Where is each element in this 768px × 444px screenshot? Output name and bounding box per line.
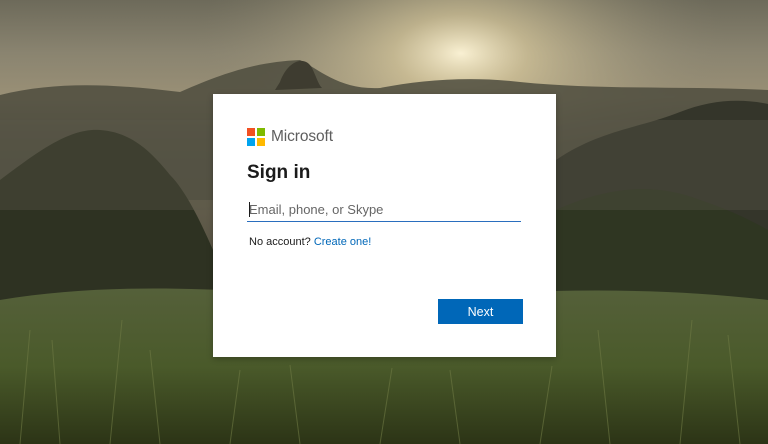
microsoft-logo-icon [247, 128, 265, 146]
logo-square-yellow [257, 138, 265, 146]
no-account-text: No account? [249, 236, 314, 248]
brand-name: Microsoft [271, 128, 333, 145]
no-account-row: No account? Create one! [249, 236, 371, 248]
logo-square-blue [247, 138, 255, 146]
page-title: Sign in [247, 162, 311, 183]
logo-square-red [247, 128, 255, 136]
logo-square-green [257, 128, 265, 136]
brand: Microsoft [247, 127, 333, 147]
text-caret [249, 202, 250, 217]
email-field-wrap [247, 198, 521, 222]
create-account-link[interactable]: Create one! [314, 236, 371, 248]
signin-card: Microsoft Sign in No account? Create one… [213, 94, 556, 357]
email-field[interactable] [247, 198, 521, 222]
next-button[interactable]: Next [438, 299, 523, 324]
